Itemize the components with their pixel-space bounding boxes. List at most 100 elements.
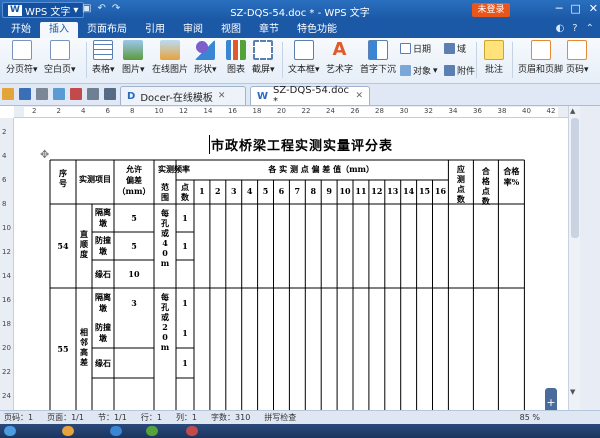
ruler-tick: 4	[2, 152, 7, 160]
ruler-tick: 20	[277, 107, 286, 115]
row-item: 直	[80, 229, 88, 239]
tab-review[interactable]: 审阅	[174, 22, 212, 38]
export-pdf-icon[interactable]	[70, 88, 82, 100]
taskbar-app-icon[interactable]	[62, 426, 74, 436]
doctab-label: SZ-DQS-54.doc *	[273, 85, 350, 107]
dropcap-button[interactable]: 首字下沉	[360, 40, 396, 75]
header-pass-points: 格	[482, 176, 491, 186]
column-number: 12	[371, 186, 382, 196]
status-spell[interactable]: 拼写检查	[264, 412, 296, 423]
tab-home[interactable]: 开始	[2, 22, 40, 38]
vertical-ruler[interactable]: 2 4 6 8 10 12 14 16 18 20 22 24	[0, 118, 14, 410]
horizontal-ruler[interactable]: 2 2 4 6 8 10 12 14 16 18 20 22 24 26 28 30 32 34 36 38 40 42	[14, 106, 568, 118]
doctab-docer[interactable]: D Docer-在线模板 ✕	[120, 86, 246, 105]
window-controls: ─ □ ✕	[556, 2, 598, 15]
chart-button[interactable]: 图表	[226, 40, 246, 75]
ruler-tick: 8	[130, 107, 135, 115]
header-footer-button[interactable]: 页眉和页脚	[518, 40, 563, 75]
blankpage-button[interactable]: 空白页▾	[44, 40, 76, 75]
ribbon-separator	[86, 42, 87, 78]
shape-icon	[195, 40, 216, 60]
word-doc-icon: W	[257, 90, 269, 102]
save-icon[interactable]	[19, 88, 31, 100]
subitem-points: 1	[182, 241, 188, 251]
ribbon-insert: 分页符▾ 空白页▾ 表格▾ 图片▾ 在线图片 形状▾ 图表 截屏▾ 文本框▾ A…	[0, 38, 600, 84]
tab-chapter[interactable]: 章节	[250, 22, 288, 38]
row-frequency-range: 或	[161, 312, 169, 322]
ruler-tick: 20	[2, 344, 11, 352]
status-page: 页码：1	[4, 413, 34, 422]
format-painter-icon[interactable]	[87, 88, 99, 100]
page-number-button[interactable]: 页码▾	[566, 40, 589, 75]
row-frequency-range: m	[161, 342, 170, 352]
ruler-tick: 8	[2, 200, 7, 208]
attachment-button[interactable]: 附件	[444, 64, 475, 77]
side-panel-expand-icon[interactable]: +	[545, 388, 557, 410]
login-button[interactable]: 未登录	[472, 3, 510, 17]
quick-access-toolbar	[2, 88, 133, 100]
header-range: 范	[161, 182, 169, 192]
header-pass-rate: 率%	[504, 177, 520, 187]
shape-button[interactable]: 形状▾	[194, 40, 217, 75]
header-should-points: 数	[457, 194, 466, 204]
online-picture-button[interactable]: 在线图片	[152, 40, 188, 75]
column-number: 6	[279, 186, 285, 196]
undo-icon[interactable]	[104, 88, 116, 100]
dropcap-icon	[368, 40, 388, 60]
minimize-icon[interactable]: ─	[556, 2, 563, 15]
subitem-allowance: 5	[131, 241, 137, 251]
ribbon-separator	[476, 42, 477, 78]
comment-button[interactable]: 批注	[484, 40, 504, 75]
zoom-level[interactable]: 85 %	[520, 413, 540, 422]
textbox-button[interactable]: 文本框▾	[288, 40, 320, 75]
scroll-up-icon[interactable]: ▲	[570, 107, 575, 115]
row-frequency-range: 孔	[161, 302, 169, 312]
table-icon	[93, 40, 114, 60]
maximize-icon[interactable]: □	[570, 2, 580, 15]
wordart-button[interactable]: A 艺术字	[326, 40, 353, 76]
header-allowance: 允许	[125, 164, 142, 174]
tab-features[interactable]: 特色功能	[288, 22, 346, 38]
field-button[interactable]: 域	[444, 42, 466, 55]
row-frequency-range: 或	[161, 228, 169, 238]
taskbar-app-icon[interactable]	[110, 426, 122, 436]
help-icon[interactable]: ?	[572, 23, 577, 34]
picture-button[interactable]: 图片▾	[122, 40, 145, 75]
start-icon[interactable]	[4, 426, 16, 436]
tab-view[interactable]: 视图	[212, 22, 250, 38]
collapse-ribbon-icon[interactable]: ⌃	[586, 23, 594, 34]
tab-insert[interactable]: 插入	[40, 22, 78, 38]
date-button[interactable]: 日期	[400, 42, 431, 55]
subitem-name: 墩	[99, 303, 108, 313]
close-icon[interactable]: ✕	[355, 91, 363, 101]
screenshot-button[interactable]: 截屏▾	[252, 40, 275, 75]
document-canvas[interactable]: ✥ 市政桥梁工程实测实量评分表 序号实测项目 允许 偏差 （mm） 实测频率范围点数各 …	[14, 118, 568, 410]
close-icon[interactable]: ✕	[589, 2, 598, 15]
print-icon[interactable]	[36, 88, 48, 100]
evaluation-table[interactable]: 序号 实测项目 允许偏差（mm） 实测频率范围 点数 各 实 测 点 偏 差 值（mm） 1…	[14, 118, 568, 410]
scroll-down-icon[interactable]: ▼	[570, 388, 575, 396]
tab-references[interactable]: 引用	[136, 22, 174, 38]
status-words[interactable]: 字数：310	[211, 412, 250, 423]
tab-page-layout[interactable]: 页面布局	[78, 22, 136, 38]
row-item: 度	[80, 249, 89, 259]
taskbar-app-icon[interactable]	[146, 426, 158, 436]
print-preview-icon[interactable]	[53, 88, 65, 100]
header-seq: 号	[59, 178, 67, 188]
close-icon[interactable]: ✕	[218, 91, 226, 101]
row-frequency-range: 4	[162, 238, 168, 248]
column-number: 5	[263, 186, 269, 196]
vertical-scrollbar[interactable]: ▲ ▼	[568, 106, 580, 410]
skin-icon[interactable]: ◐	[556, 23, 565, 34]
table-button[interactable]: 表格▾	[92, 40, 115, 75]
ruler-tick: 14	[2, 272, 11, 280]
field-icon	[444, 43, 455, 54]
column-number: 16	[435, 186, 447, 196]
pagebreak-button[interactable]: 分页符▾	[6, 40, 38, 75]
object-button[interactable]: 对象 ▾	[400, 64, 438, 77]
doctab-active[interactable]: W SZ-DQS-54.doc * ✕	[250, 85, 370, 107]
taskbar-app-icon[interactable]	[186, 426, 198, 436]
ruler-tick: 30	[399, 107, 409, 115]
open-folder-icon[interactable]	[2, 88, 14, 100]
scrollbar-thumb[interactable]	[571, 118, 579, 238]
